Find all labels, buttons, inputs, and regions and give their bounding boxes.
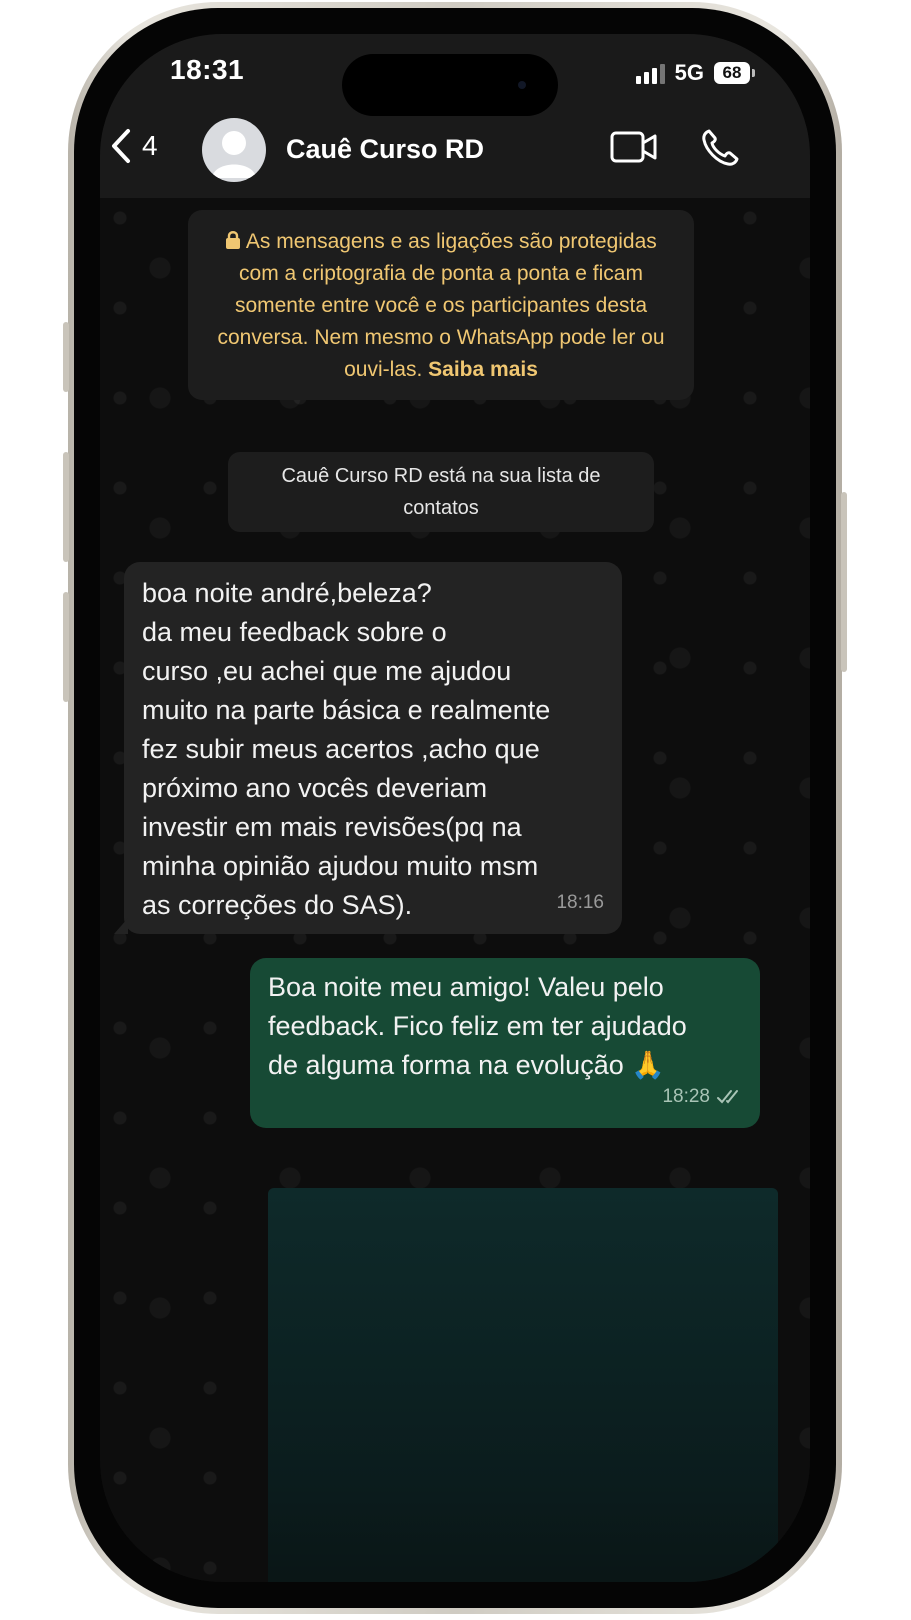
network-label: 5G bbox=[674, 60, 704, 85]
chat-header: 18:31 5G 68 4 Cauê Curso RD bbox=[100, 34, 810, 198]
lock-icon bbox=[225, 230, 246, 253]
status-time: 18:31 bbox=[170, 54, 245, 85]
phone-frame: 18:31 5G 68 4 Cauê Curso RD As mensagens… bbox=[63, 2, 847, 1614]
action-button bbox=[63, 322, 69, 392]
message-time: 18:28 bbox=[662, 1086, 710, 1107]
chevron-left-icon bbox=[112, 129, 130, 163]
message-text: boa noite andré,beleza? da meu feedback … bbox=[142, 578, 551, 920]
phone-icon bbox=[702, 129, 739, 166]
nav-bar: 4 Cauê Curso RD bbox=[100, 118, 810, 188]
dynamic-island bbox=[342, 54, 558, 116]
message-text: Boa noite meu amigo! Valeu pelo feedback… bbox=[268, 972, 687, 1080]
contact-notice: Cauê Curso RD está na sua lista de conta… bbox=[228, 452, 654, 532]
volume-up-button bbox=[63, 452, 69, 562]
read-receipt-icon bbox=[716, 1077, 744, 1116]
blurred-media-area bbox=[268, 1188, 778, 1582]
camera-dot bbox=[518, 81, 526, 89]
voice-call-button[interactable] bbox=[700, 128, 740, 173]
battery-icon: 68 bbox=[714, 62, 755, 84]
status-indicators: 5G 68 bbox=[635, 60, 755, 86]
back-button[interactable]: 4 bbox=[110, 128, 158, 164]
user-icon bbox=[212, 131, 256, 178]
screen: 18:31 5G 68 4 Cauê Curso RD As mensagens… bbox=[100, 34, 810, 1582]
chat-area[interactable]: As mensagens e as ligações são protegida… bbox=[100, 198, 810, 1582]
power-button bbox=[841, 492, 847, 672]
contact-name[interactable]: Cauê Curso RD bbox=[286, 134, 484, 165]
phone-bezel: 18:31 5G 68 4 Cauê Curso RD As mensagens… bbox=[74, 8, 836, 1608]
message-time: 18:16 bbox=[556, 892, 604, 913]
volume-down-button bbox=[63, 592, 69, 702]
unread-count: 4 bbox=[142, 130, 158, 161]
video-call-button[interactable] bbox=[610, 130, 658, 169]
video-camera-icon bbox=[610, 131, 657, 163]
signal-icon bbox=[635, 62, 665, 84]
learn-more-link[interactable]: Saiba mais bbox=[428, 358, 538, 381]
battery-level: 68 bbox=[722, 63, 742, 82]
avatar[interactable] bbox=[202, 118, 266, 182]
outgoing-message[interactable]: Boa noite meu amigo! Valeu pelo feedback… bbox=[250, 958, 760, 1128]
incoming-message[interactable]: boa noite andré,beleza? da meu feedback … bbox=[114, 562, 622, 934]
bubble-tail bbox=[114, 918, 128, 934]
encryption-notice[interactable]: As mensagens e as ligações são protegida… bbox=[188, 210, 694, 400]
